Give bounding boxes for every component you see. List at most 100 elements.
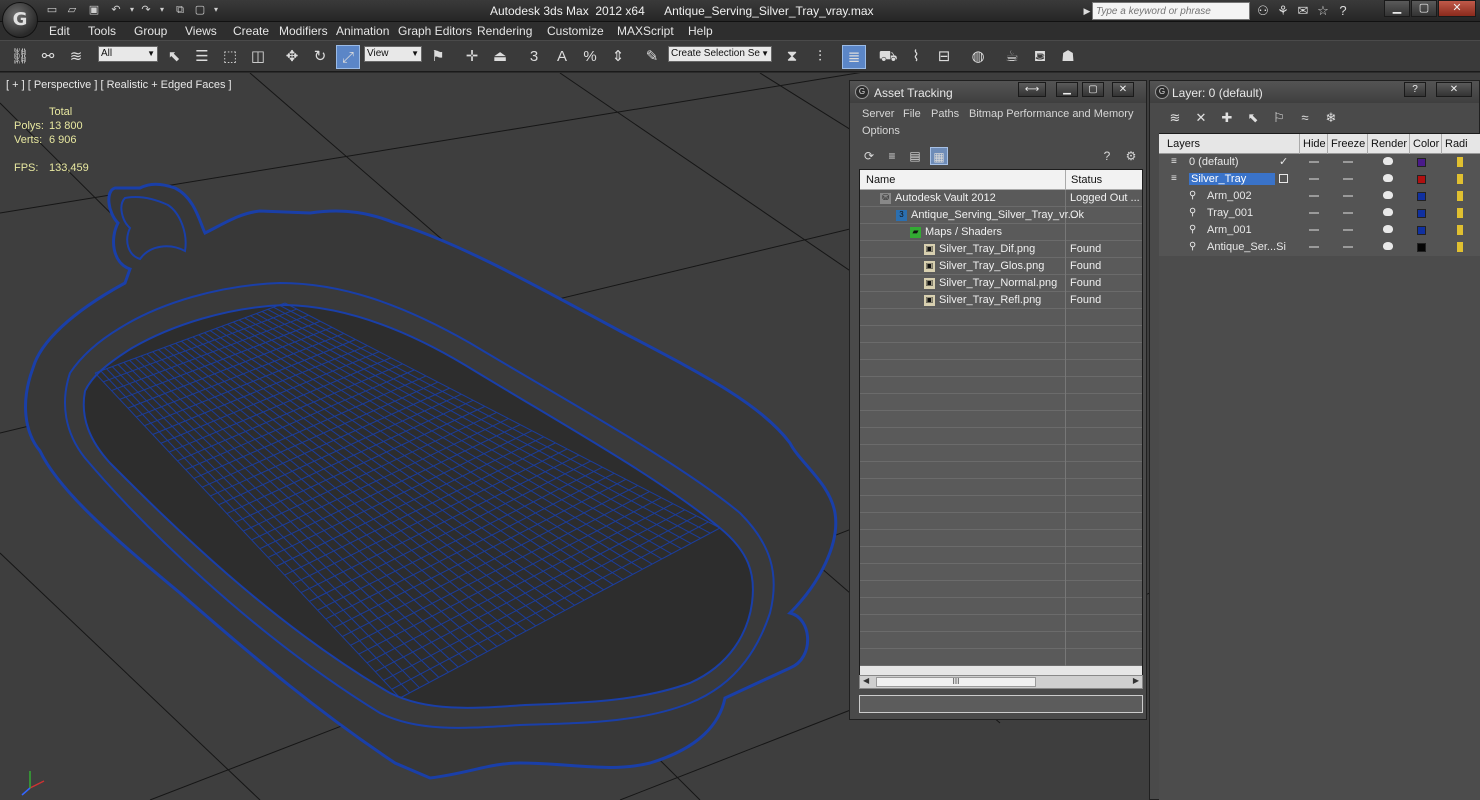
layer-row[interactable]: ≡ Silver_Tray bbox=[1159, 171, 1480, 188]
asset-menu-server[interactable]: Server bbox=[862, 108, 894, 120]
align-icon[interactable]: ⫶ bbox=[808, 45, 832, 69]
column-freeze[interactable]: Freeze bbox=[1331, 138, 1365, 150]
asset-row-empty[interactable] bbox=[860, 615, 1142, 632]
named-selection-sets-dropdown[interactable]: Create Selection Se ▼ bbox=[668, 46, 772, 62]
menu-group[interactable]: Group bbox=[134, 24, 167, 38]
asset-row-empty[interactable] bbox=[860, 632, 1142, 649]
percent-snap-icon[interactable]: % bbox=[578, 45, 602, 69]
render-teapot-icon[interactable] bbox=[1383, 174, 1393, 182]
asset-row[interactable]: ▣ Silver_Tray_Dif.png Found bbox=[860, 241, 1142, 258]
viewport-label[interactable]: [ + ] [ Perspective ] [ Realistic + Edge… bbox=[6, 79, 232, 91]
freeze-all-layers-icon[interactable]: ❄ bbox=[1322, 109, 1340, 127]
column-divider[interactable] bbox=[1409, 134, 1410, 154]
asset-row-empty[interactable] bbox=[860, 581, 1142, 598]
refresh-icon[interactable]: ⟳ bbox=[860, 147, 878, 165]
hide-toggle[interactable] bbox=[1309, 212, 1319, 214]
asset-row-empty[interactable] bbox=[860, 513, 1142, 530]
freeze-toggle[interactable] bbox=[1343, 195, 1353, 197]
search-input[interactable] bbox=[1092, 2, 1250, 20]
render-production-icon[interactable]: ☗ bbox=[1056, 45, 1080, 69]
asset-menu-paths[interactable]: Paths bbox=[931, 108, 959, 120]
asset-row-empty[interactable] bbox=[860, 394, 1142, 411]
highlight-layer-icon[interactable]: ⚐ bbox=[1270, 109, 1288, 127]
reference-coordinate-dropdown[interactable]: View ▼ bbox=[364, 46, 422, 62]
layer-close-button[interactable]: ✕ bbox=[1436, 82, 1472, 97]
column-hide[interactable]: Hide bbox=[1303, 138, 1326, 150]
column-render[interactable]: Render bbox=[1371, 138, 1407, 150]
asset-row-empty[interactable] bbox=[860, 309, 1142, 326]
asset-row-empty[interactable] bbox=[860, 564, 1142, 581]
radiosity-toggle[interactable] bbox=[1457, 225, 1463, 235]
menu-animation[interactable]: Animation bbox=[336, 24, 389, 38]
hide-toggle[interactable] bbox=[1309, 178, 1319, 180]
column-divider[interactable] bbox=[1299, 134, 1300, 154]
layer-name[interactable]: Silver_Tray bbox=[1189, 173, 1275, 185]
communication-icon[interactable]: ✉ bbox=[1294, 2, 1312, 20]
favorites-star-icon[interactable]: ☆ bbox=[1314, 2, 1332, 20]
help-icon[interactable]: ? bbox=[1098, 147, 1116, 165]
dock-toggle-button[interactable]: ⟷ bbox=[1018, 82, 1046, 97]
column-divider[interactable] bbox=[1441, 134, 1442, 154]
add-to-layer-icon[interactable]: ✚ bbox=[1218, 109, 1236, 127]
layer-row[interactable]: ⚲ Arm_001 bbox=[1159, 222, 1480, 239]
asset-maximize-button[interactable]: ▢ bbox=[1082, 82, 1104, 97]
select-and-rotate-icon[interactable]: ↻ bbox=[308, 45, 332, 69]
asset-row[interactable]: ▣ Silver_Tray_Glos.png Found bbox=[860, 258, 1142, 275]
asset-row-empty[interactable] bbox=[860, 445, 1142, 462]
asset-row-empty[interactable] bbox=[860, 649, 1142, 666]
spinner-snap-icon[interactable]: ⇕ bbox=[606, 45, 630, 69]
asset-menu-bitmap-performance[interactable]: Bitmap Performance and Memory bbox=[969, 108, 1133, 120]
snaps-toggle-icon[interactable]: 3 bbox=[522, 45, 546, 69]
render-teapot-icon[interactable] bbox=[1383, 225, 1393, 233]
column-layers[interactable]: Layers bbox=[1167, 138, 1200, 150]
layer-color-swatch[interactable] bbox=[1417, 175, 1426, 184]
layer-row[interactable]: ⚲ Antique_Ser...Si bbox=[1159, 239, 1480, 256]
rendered-frame-window-icon[interactable]: ⛾ bbox=[1028, 45, 1052, 69]
column-name[interactable]: Name bbox=[866, 174, 895, 186]
freeze-toggle[interactable] bbox=[1343, 212, 1353, 214]
window-crossing-icon[interactable]: ◫ bbox=[246, 45, 270, 69]
menu-views[interactable]: Views bbox=[185, 24, 217, 38]
hide-toggle[interactable] bbox=[1309, 246, 1319, 248]
selection-filter-dropdown[interactable]: All ▼ bbox=[98, 46, 158, 62]
layer-icon[interactable]: ≋ bbox=[1166, 109, 1184, 127]
close-button[interactable]: ✕ bbox=[1438, 0, 1476, 17]
freeze-toggle[interactable] bbox=[1343, 229, 1353, 231]
curve-editor-icon[interactable]: ⌇ bbox=[904, 45, 928, 69]
render-teapot-icon[interactable] bbox=[1383, 157, 1393, 165]
select-and-link-icon[interactable]: ⛓ bbox=[8, 45, 32, 69]
open-file-icon[interactable]: ▱ bbox=[64, 3, 80, 17]
workspace-dropdown-icon[interactable]: ▾ bbox=[208, 3, 224, 17]
help-icon[interactable]: ? bbox=[1334, 2, 1352, 20]
layer-color-swatch[interactable] bbox=[1417, 209, 1426, 218]
hide-toggle[interactable] bbox=[1309, 229, 1319, 231]
asset-row-empty[interactable] bbox=[860, 428, 1142, 445]
subscription-icon[interactable]: ⚘ bbox=[1274, 2, 1292, 20]
asset-row-empty[interactable] bbox=[860, 547, 1142, 564]
freeze-toggle[interactable] bbox=[1343, 246, 1353, 248]
asset-row[interactable]: ▣ Silver_Tray_Refl.png Found bbox=[860, 292, 1142, 309]
layer-help-button[interactable]: ? bbox=[1404, 82, 1426, 97]
select-by-name-icon[interactable]: ☰ bbox=[190, 45, 214, 69]
redo-icon[interactable]: ↷ bbox=[138, 3, 154, 17]
asset-close-button[interactable]: ✕ bbox=[1112, 82, 1134, 97]
layer-manager-icon[interactable]: ≣ bbox=[842, 45, 866, 69]
asset-row[interactable]: ⛁ Autodesk Vault 2012 Logged Out ... bbox=[860, 190, 1142, 207]
menu-maxscript[interactable]: MAXScript bbox=[617, 24, 674, 38]
menu-modifiers[interactable]: Modifiers bbox=[279, 24, 328, 38]
asset-row[interactable]: 3 Antique_Serving_Silver_Tray_vr... Ok bbox=[860, 207, 1142, 224]
radiosity-toggle[interactable] bbox=[1457, 174, 1463, 184]
select-and-scale-icon[interactable]: ⤢ bbox=[336, 45, 360, 69]
asset-row-empty[interactable] bbox=[860, 496, 1142, 513]
asset-menu-options[interactable]: Options bbox=[862, 125, 900, 137]
layer-color-swatch[interactable] bbox=[1417, 158, 1426, 167]
asset-row-empty[interactable] bbox=[860, 326, 1142, 343]
select-object-icon[interactable]: ⬉ bbox=[162, 45, 186, 69]
maximize-button[interactable]: ▢ bbox=[1411, 0, 1437, 17]
asset-row-empty[interactable] bbox=[860, 411, 1142, 428]
render-teapot-icon[interactable] bbox=[1383, 242, 1393, 250]
layer-name[interactable]: Antique_Ser...Si bbox=[1207, 241, 1286, 253]
asset-minimize-button[interactable]: ▁ bbox=[1056, 82, 1078, 97]
workspace-icon[interactable]: ▢ bbox=[192, 3, 208, 17]
menu-rendering[interactable]: Rendering bbox=[477, 24, 532, 38]
